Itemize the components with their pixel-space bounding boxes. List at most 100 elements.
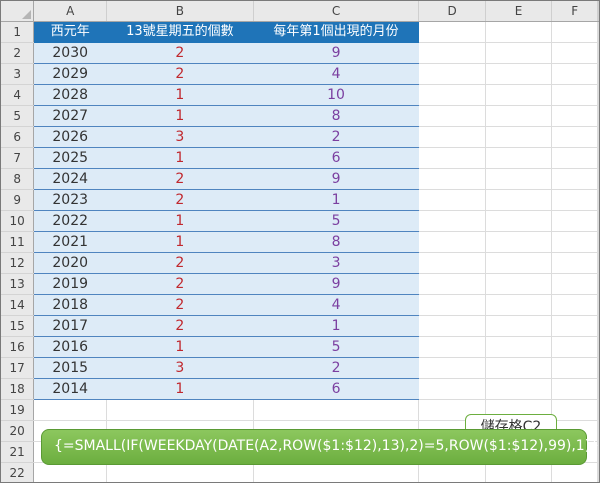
month-cell[interactable]: 4	[253, 294, 420, 316]
empty-cell[interactable]	[485, 210, 553, 232]
empty-cell[interactable]	[485, 357, 553, 379]
column-header-f[interactable]: F	[551, 1, 598, 22]
empty-cell[interactable]	[597, 105, 599, 127]
empty-cell[interactable]	[551, 168, 598, 190]
count-cell[interactable]: 2	[106, 315, 254, 337]
empty-cell[interactable]	[485, 252, 553, 274]
row-header[interactable]: 6	[1, 126, 35, 148]
row-header[interactable]: 22	[1, 462, 35, 482]
month-cell[interactable]: 2	[253, 357, 420, 379]
empty-cell[interactable]	[418, 84, 486, 106]
empty-cell[interactable]	[597, 399, 599, 421]
year-cell[interactable]: 2023	[33, 189, 108, 211]
month-cell[interactable]: 9	[253, 168, 420, 190]
year-cell[interactable]: 2030	[33, 42, 108, 64]
row-header[interactable]: 1	[1, 21, 35, 43]
count-cell[interactable]: 3	[106, 126, 254, 148]
empty-cell[interactable]	[551, 210, 598, 232]
empty-cell[interactable]	[418, 42, 486, 64]
row-header[interactable]: 11	[1, 231, 35, 253]
count-cell[interactable]: 1	[106, 378, 254, 400]
empty-cell[interactable]	[418, 378, 486, 400]
empty-cell[interactable]	[597, 147, 599, 169]
row-header[interactable]: 21	[1, 441, 35, 463]
month-cell[interactable]: 5	[253, 210, 420, 232]
empty-cell[interactable]	[597, 63, 599, 85]
empty-cell[interactable]	[597, 168, 599, 190]
row-header[interactable]: 8	[1, 168, 35, 190]
column-header-c[interactable]: C	[253, 1, 420, 22]
empty-cell[interactable]	[551, 399, 598, 421]
empty-cell[interactable]	[485, 42, 553, 64]
empty-cell[interactable]	[253, 462, 420, 482]
empty-cell[interactable]	[597, 378, 599, 400]
empty-cell[interactable]	[551, 189, 598, 211]
empty-cell[interactable]	[551, 252, 598, 274]
column-header-b[interactable]: B	[106, 1, 254, 22]
empty-cell[interactable]	[418, 462, 486, 482]
count-cell[interactable]: 1	[106, 210, 254, 232]
count-cell[interactable]: 2	[106, 63, 254, 85]
count-cell[interactable]: 2	[106, 294, 254, 316]
row-header[interactable]: 15	[1, 315, 35, 337]
empty-cell[interactable]	[106, 462, 254, 482]
empty-cell[interactable]	[485, 315, 553, 337]
empty-cell[interactable]	[485, 378, 553, 400]
empty-cell[interactable]	[551, 84, 598, 106]
empty-cell[interactable]	[485, 294, 553, 316]
row-header[interactable]: 2	[1, 42, 35, 64]
month-cell[interactable]: 3	[253, 252, 420, 274]
year-cell[interactable]: 2026	[33, 126, 108, 148]
month-cell[interactable]: 2	[253, 126, 420, 148]
month-cell[interactable]: 8	[253, 231, 420, 253]
count-cell[interactable]: 2	[106, 252, 254, 274]
empty-cell[interactable]	[33, 462, 108, 482]
empty-cell[interactable]	[418, 357, 486, 379]
empty-cell[interactable]	[418, 336, 486, 358]
empty-cell[interactable]	[551, 357, 598, 379]
empty-cell[interactable]	[597, 126, 599, 148]
empty-cell[interactable]	[551, 294, 598, 316]
year-cell[interactable]: 2025	[33, 147, 108, 169]
year-cell[interactable]: 2020	[33, 252, 108, 274]
row-header[interactable]: 12	[1, 252, 35, 274]
empty-cell[interactable]	[485, 462, 553, 482]
empty-cell[interactable]	[418, 105, 486, 127]
empty-cell[interactable]	[485, 105, 553, 127]
empty-cell[interactable]	[551, 462, 598, 482]
empty-cell[interactable]	[106, 399, 254, 421]
empty-cell[interactable]	[551, 21, 598, 43]
count-cell[interactable]: 2	[106, 42, 254, 64]
empty-cell[interactable]	[485, 336, 553, 358]
empty-cell[interactable]	[597, 357, 599, 379]
empty-cell[interactable]	[418, 147, 486, 169]
year-cell[interactable]: 2024	[33, 168, 108, 190]
empty-cell[interactable]	[597, 21, 599, 43]
empty-cell[interactable]	[418, 21, 486, 43]
empty-cell[interactable]	[597, 336, 599, 358]
row-header[interactable]: 16	[1, 336, 35, 358]
header-cell[interactable]: 13號星期五的個數	[106, 21, 254, 43]
row-header[interactable]: 7	[1, 147, 35, 169]
column-header-a[interactable]: A	[33, 1, 108, 22]
empty-cell[interactable]	[551, 231, 598, 253]
row-header[interactable]: 5	[1, 105, 35, 127]
empty-cell[interactable]	[551, 273, 598, 295]
empty-cell[interactable]	[597, 84, 599, 106]
count-cell[interactable]: 2	[106, 189, 254, 211]
empty-cell[interactable]	[551, 42, 598, 64]
empty-cell[interactable]	[418, 273, 486, 295]
empty-cell[interactable]	[418, 210, 486, 232]
row-header[interactable]: 4	[1, 84, 35, 106]
year-cell[interactable]: 2021	[33, 231, 108, 253]
empty-cell[interactable]	[597, 252, 599, 274]
month-cell[interactable]: 9	[253, 42, 420, 64]
empty-cell[interactable]	[551, 378, 598, 400]
empty-cell[interactable]	[551, 336, 598, 358]
year-cell[interactable]: 2028	[33, 84, 108, 106]
row-header[interactable]: 18	[1, 378, 35, 400]
empty-cell[interactable]	[551, 315, 598, 337]
empty-cell[interactable]	[418, 315, 486, 337]
month-cell[interactable]: 5	[253, 336, 420, 358]
year-cell[interactable]: 2029	[33, 63, 108, 85]
